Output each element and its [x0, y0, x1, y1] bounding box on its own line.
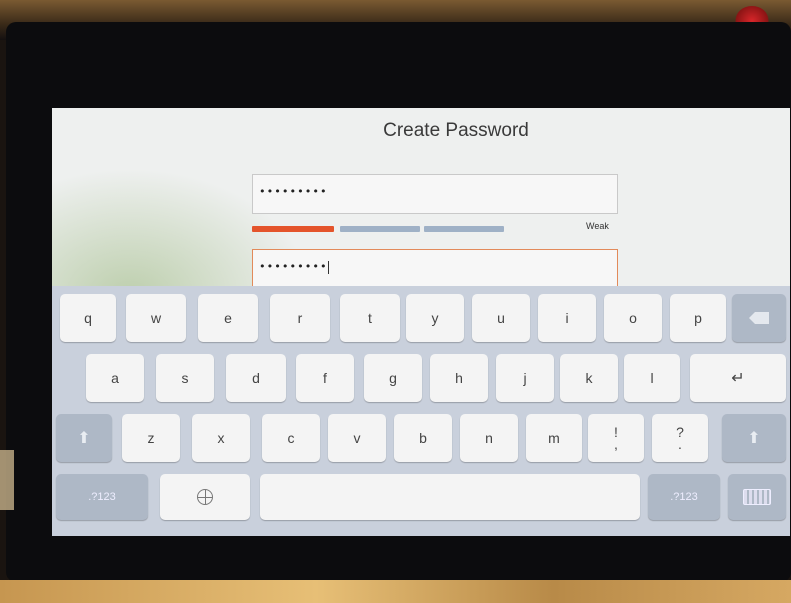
- numbers-key-right[interactable]: .?123: [648, 474, 720, 520]
- onscreen-keyboard: q w e r t y u i o p a s d f g h j k l ↵ …: [52, 286, 790, 536]
- strength-segment-3: [424, 226, 504, 232]
- confirm-password-field[interactable]: •••••••••: [252, 249, 618, 289]
- key-q[interactable]: q: [60, 294, 116, 342]
- backspace-icon: [749, 312, 769, 324]
- space-key[interactable]: [260, 474, 640, 520]
- page-title: Create Password: [383, 120, 529, 141]
- return-icon: ↵: [731, 370, 745, 387]
- shift-key-right[interactable]: ⬆: [722, 414, 786, 462]
- return-key[interactable]: ↵: [690, 354, 786, 402]
- key-c[interactable]: c: [262, 414, 320, 462]
- key-n[interactable]: n: [460, 414, 518, 462]
- confirm-password-field-value: •••••••••: [259, 260, 328, 273]
- shift-key-left[interactable]: ⬆: [56, 414, 112, 462]
- photo-background-bottom: [0, 580, 791, 603]
- key-question-period[interactable]: ? .: [652, 414, 708, 462]
- key-e[interactable]: e: [198, 294, 258, 342]
- key-j[interactable]: j: [496, 354, 554, 402]
- key-f[interactable]: f: [296, 354, 354, 402]
- backspace-key[interactable]: [732, 294, 786, 342]
- key-d[interactable]: d: [226, 354, 286, 402]
- key-u[interactable]: u: [472, 294, 530, 342]
- key-period-label: .: [678, 436, 682, 452]
- key-w[interactable]: w: [126, 294, 186, 342]
- screen: Create Password ••••••••• Weak •••••••••…: [52, 108, 790, 536]
- globe-icon: [197, 489, 213, 505]
- key-b[interactable]: b: [394, 414, 452, 462]
- password-field[interactable]: •••••••••: [252, 174, 618, 214]
- key-s[interactable]: s: [156, 354, 214, 402]
- hide-keyboard-key[interactable]: [728, 474, 786, 520]
- key-v[interactable]: v: [328, 414, 386, 462]
- key-z[interactable]: z: [122, 414, 180, 462]
- language-key[interactable]: [160, 474, 250, 520]
- key-a[interactable]: a: [86, 354, 144, 402]
- key-comma-label: ,: [614, 436, 618, 452]
- key-g[interactable]: g: [364, 354, 422, 402]
- photo-glare: [0, 450, 14, 510]
- strength-segment-2: [340, 226, 420, 232]
- key-t[interactable]: t: [340, 294, 400, 342]
- key-k[interactable]: k: [560, 354, 618, 402]
- key-p[interactable]: p: [670, 294, 726, 342]
- key-y[interactable]: y: [406, 294, 464, 342]
- key-x[interactable]: x: [192, 414, 250, 462]
- key-o[interactable]: o: [604, 294, 662, 342]
- password-field-value: •••••••••: [259, 185, 328, 198]
- key-r[interactable]: r: [270, 294, 330, 342]
- shift-icon: ⬆: [77, 430, 91, 447]
- numbers-key-left[interactable]: .?123: [56, 474, 148, 520]
- key-l[interactable]: l: [624, 354, 680, 402]
- key-m[interactable]: m: [526, 414, 582, 462]
- key-i[interactable]: i: [538, 294, 596, 342]
- key-h[interactable]: h: [430, 354, 488, 402]
- keyboard-icon: [743, 489, 771, 505]
- strength-segment-1: [252, 226, 334, 232]
- strength-label: Weak: [586, 221, 609, 231]
- shift-icon: ⬆: [747, 430, 761, 447]
- key-exclamation-comma[interactable]: ! ,: [588, 414, 644, 462]
- text-caret: [327, 260, 329, 274]
